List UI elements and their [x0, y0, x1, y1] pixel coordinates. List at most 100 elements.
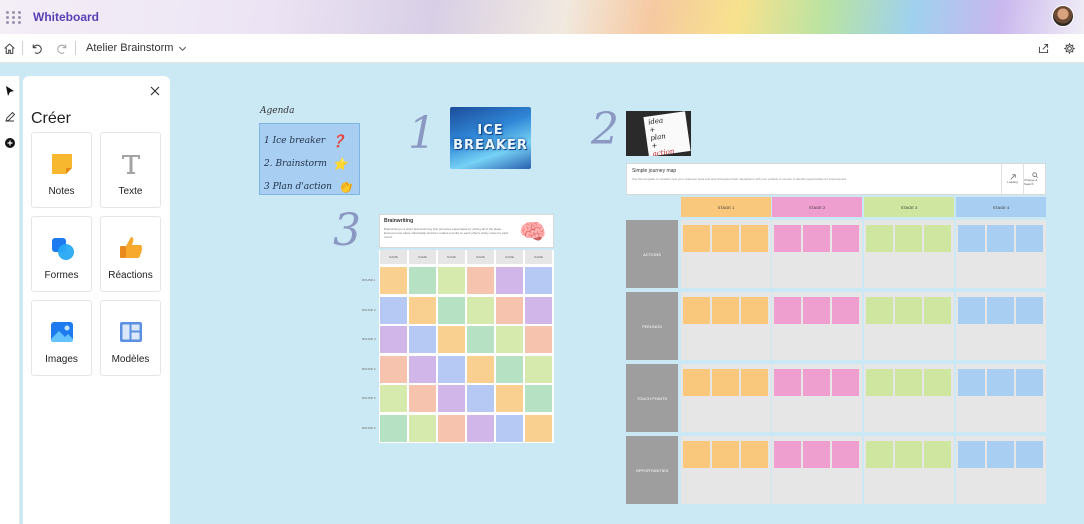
sticky-note[interactable] [987, 297, 1014, 324]
handwritten-numeral-2[interactable]: 2 [591, 104, 619, 155]
sticky-note[interactable] [409, 267, 436, 294]
sticky-note[interactable] [712, 225, 739, 252]
brainwriting-header[interactable]: Brainwriting Brainwriting is a silent br… [379, 214, 554, 248]
sticky-note[interactable] [467, 267, 494, 294]
pen-icon[interactable] [0, 104, 20, 130]
handwritten-numeral-3[interactable]: 3 [333, 205, 361, 256]
sticky-note[interactable] [803, 369, 830, 396]
sticky-note[interactable] [438, 414, 465, 442]
redo-icon[interactable] [53, 39, 71, 57]
sticky-note[interactable] [380, 267, 407, 294]
sticky-note[interactable] [741, 369, 768, 396]
add-icon[interactable] [0, 130, 20, 156]
sticky-note[interactable] [496, 385, 523, 412]
sticky-note[interactable] [467, 355, 494, 383]
sticky-note[interactable] [467, 326, 494, 353]
sticky-note[interactable] [409, 385, 436, 412]
journey-map-action-button[interactable]: Change & Search [1023, 164, 1045, 194]
sticky-note[interactable] [1016, 369, 1043, 396]
sticky-note[interactable] [958, 297, 985, 324]
sticky-note[interactable] [866, 297, 893, 324]
agenda-title[interactable]: Agenda [260, 106, 295, 116]
sticky-note[interactable] [924, 441, 951, 468]
sticky-note[interactable] [496, 267, 523, 294]
journey-stage-header[interactable]: STAGE 4 [956, 197, 1046, 217]
sticky-note[interactable] [832, 297, 859, 324]
sticky-note[interactable] [832, 369, 859, 396]
sticky-note[interactable] [525, 355, 552, 383]
sticky-note[interactable] [525, 385, 552, 412]
sticky-note[interactable] [866, 441, 893, 468]
sticky-note[interactable] [525, 267, 552, 294]
sticky-note[interactable] [987, 225, 1014, 252]
board-name-dropdown[interactable]: Atelier Brainstorm [86, 42, 187, 54]
ice-breaker-image[interactable]: ICE BREAKER [450, 107, 531, 169]
sticky-note[interactable] [1016, 225, 1043, 252]
sticky-note[interactable] [438, 326, 465, 353]
sticky-note[interactable] [924, 369, 951, 396]
tile-images[interactable]: Images [31, 300, 92, 376]
brainwriting-grid[interactable]: NAME NAME NAME NAME NAME NAME [379, 250, 554, 443]
sticky-note[interactable] [683, 297, 710, 324]
journey-map-header[interactable]: Simple journey map Use this template to … [626, 163, 1046, 195]
sticky-note[interactable] [496, 296, 523, 324]
sticky-note[interactable] [409, 414, 436, 442]
sticky-note[interactable] [895, 225, 922, 252]
avatar[interactable] [1052, 5, 1074, 27]
sticky-note[interactable] [866, 225, 893, 252]
idea-plan-action-image[interactable]: idea + plan + action [626, 111, 691, 156]
sticky-note[interactable] [987, 441, 1014, 468]
sticky-note[interactable] [467, 385, 494, 412]
sticky-note[interactable] [803, 297, 830, 324]
sticky-note[interactable] [712, 369, 739, 396]
sticky-note[interactable] [438, 385, 465, 412]
sticky-note[interactable] [496, 326, 523, 353]
sticky-note[interactable] [683, 441, 710, 468]
sticky-note[interactable] [1016, 441, 1043, 468]
sticky-note[interactable] [774, 225, 801, 252]
sticky-note[interactable] [924, 297, 951, 324]
sticky-note[interactable] [803, 225, 830, 252]
sticky-note[interactable] [958, 225, 985, 252]
sticky-note[interactable] [958, 369, 985, 396]
sticky-note[interactable] [438, 296, 465, 324]
sticky-note[interactable] [683, 225, 710, 252]
sticky-note[interactable] [895, 369, 922, 396]
sticky-note[interactable] [712, 297, 739, 324]
sticky-note[interactable] [741, 225, 768, 252]
sticky-note[interactable] [380, 414, 407, 442]
sticky-note[interactable] [895, 441, 922, 468]
sticky-note[interactable] [803, 441, 830, 468]
sticky-note[interactable] [380, 326, 407, 353]
sticky-note[interactable] [496, 414, 523, 442]
sticky-note[interactable] [496, 355, 523, 383]
sticky-note[interactable] [774, 441, 801, 468]
sticky-note[interactable] [774, 369, 801, 396]
sticky-note[interactable] [1016, 297, 1043, 324]
sticky-note[interactable] [467, 414, 494, 442]
home-icon[interactable] [0, 39, 18, 57]
sticky-note[interactable] [380, 355, 407, 383]
sticky-note[interactable] [380, 296, 407, 324]
sticky-note[interactable] [924, 225, 951, 252]
journey-stage-header[interactable]: STAGE 1 [681, 197, 771, 217]
sticky-note[interactable] [741, 297, 768, 324]
tile-templates[interactable]: Modèles [100, 300, 161, 376]
sticky-note[interactable] [958, 441, 985, 468]
sticky-note[interactable] [895, 297, 922, 324]
tile-reactions[interactable]: Réactions [100, 216, 161, 292]
agenda-note[interactable]: 1 Ice breaker ❓ 2. Brainstorm ⭐ 3 Plan d… [259, 123, 360, 195]
undo-icon[interactable] [27, 39, 45, 57]
sticky-note[interactable] [438, 267, 465, 294]
journey-stage-header[interactable]: STAGE 3 [864, 197, 954, 217]
journey-stage-header[interactable]: STAGE 2 [772, 197, 862, 217]
sticky-note[interactable] [525, 326, 552, 353]
sticky-note[interactable] [866, 369, 893, 396]
sticky-note[interactable] [774, 297, 801, 324]
sticky-note[interactable] [525, 296, 552, 324]
select-icon[interactable] [0, 78, 20, 104]
sticky-note[interactable] [987, 369, 1014, 396]
tile-text[interactable]: Texte [100, 132, 161, 208]
share-icon[interactable] [1034, 39, 1052, 57]
sticky-note[interactable] [467, 296, 494, 324]
